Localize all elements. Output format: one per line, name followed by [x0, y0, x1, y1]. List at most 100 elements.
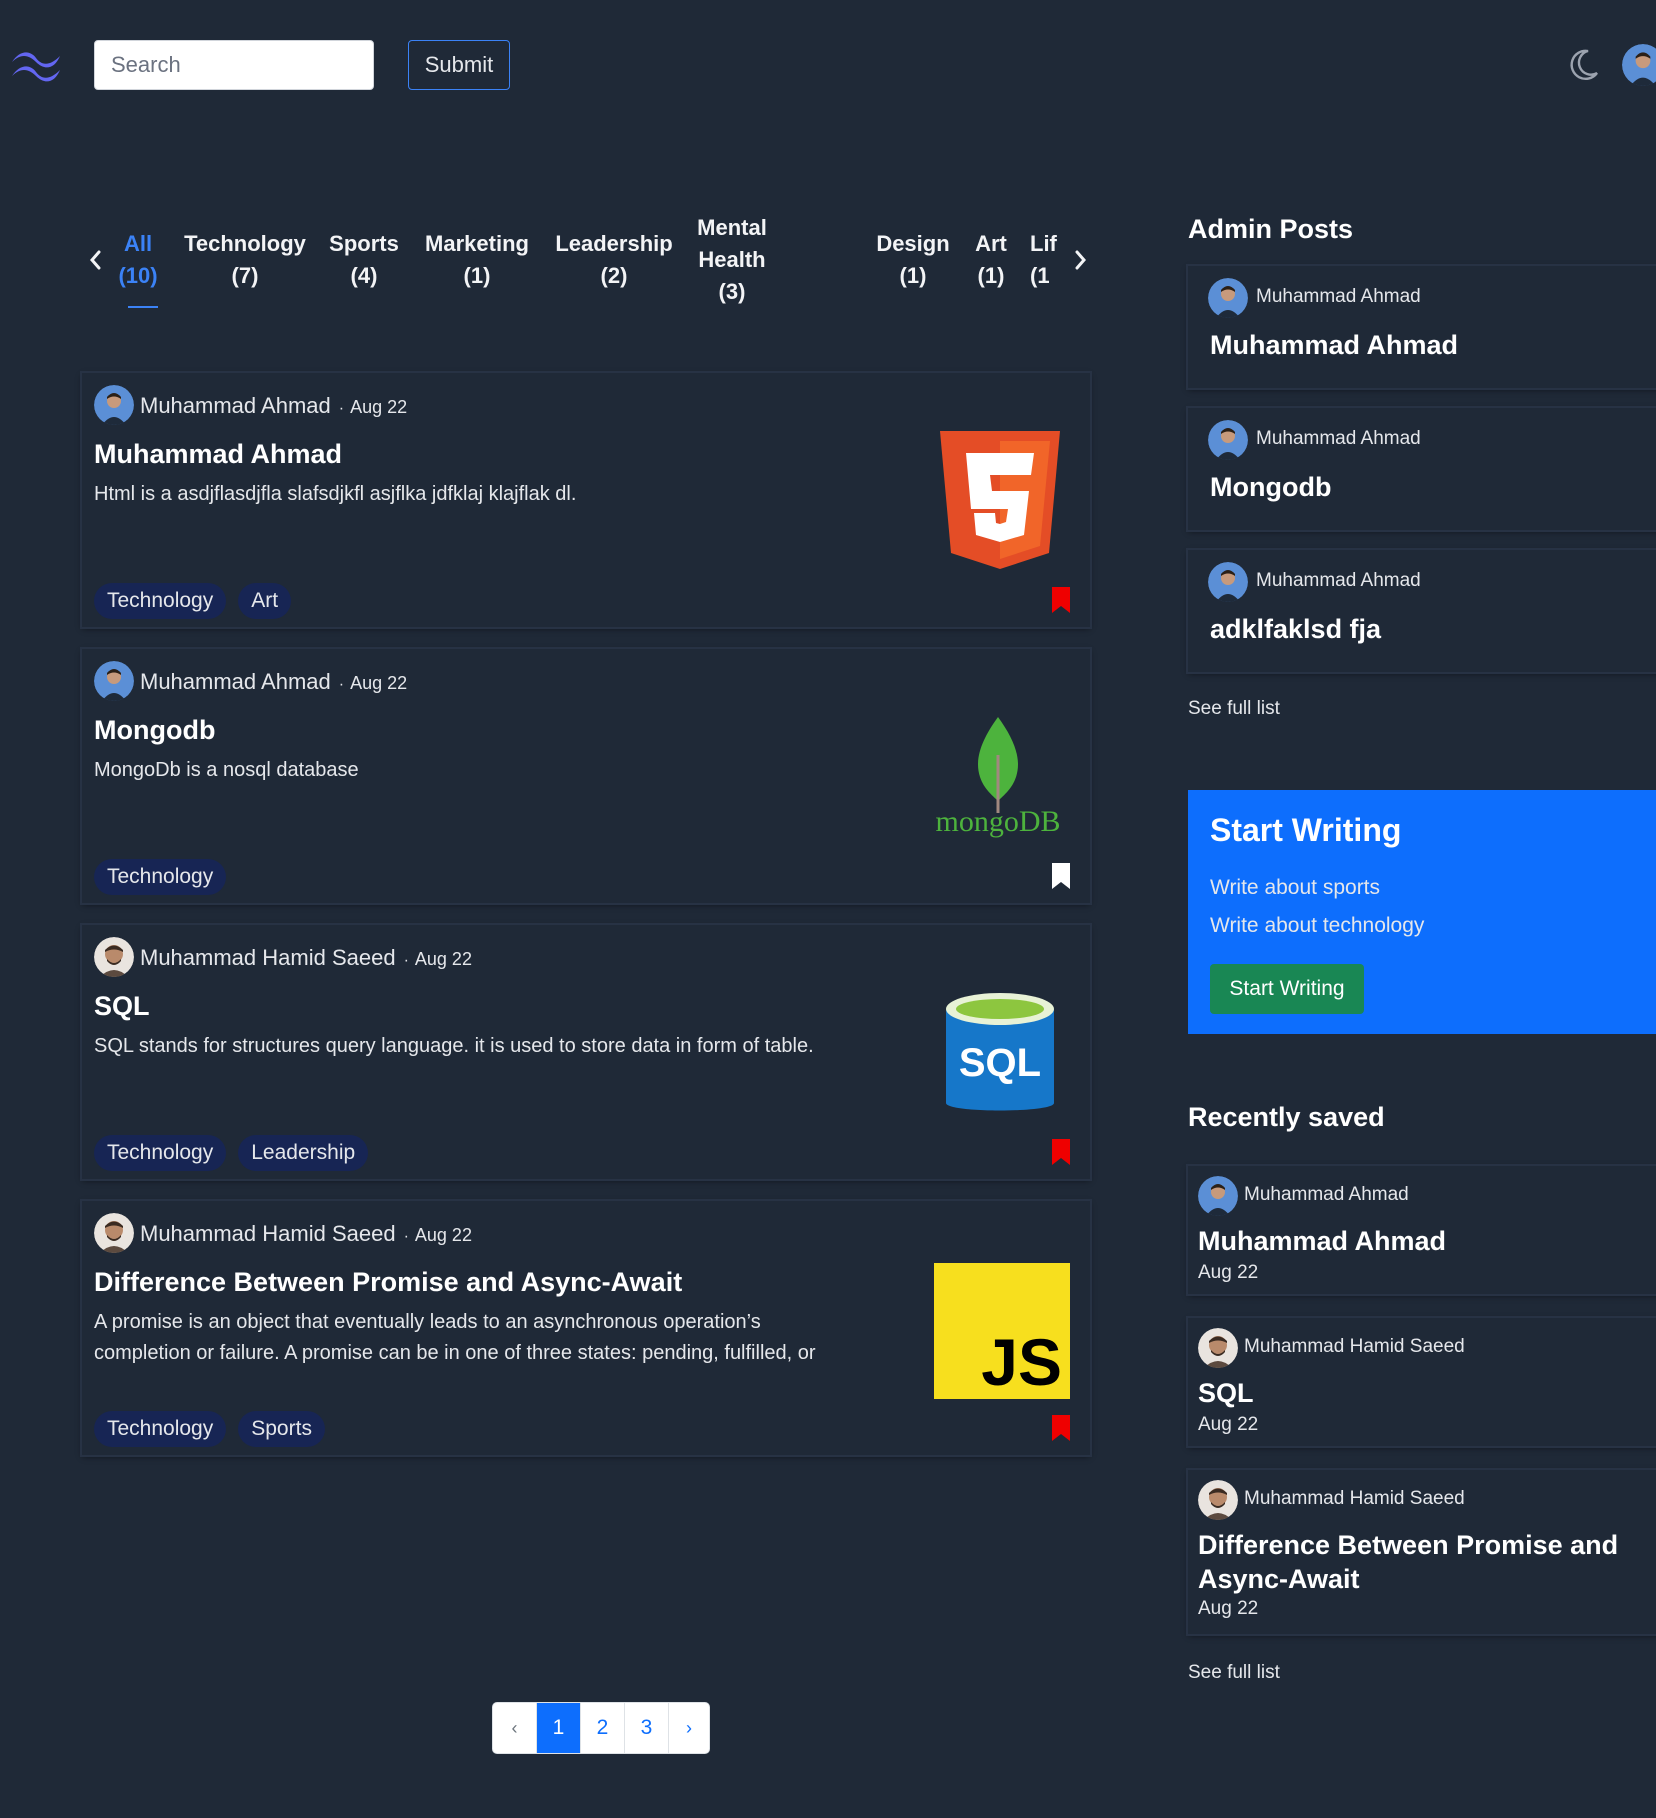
saved-post-card[interactable]: Muhammad Hamid Saeed Difference Between … [1188, 1470, 1656, 1634]
tab-technology[interactable]: Technology (7) [180, 228, 310, 292]
saved-post-card[interactable]: Muhammad Hamid Saeed SQL Aug 22 [1188, 1318, 1656, 1446]
post-meta: Muhammad Hamid Saeed · Aug 22 [140, 1221, 472, 1247]
pagination-prev[interactable]: ‹ [493, 1703, 537, 1753]
javascript-logo-icon[interactable]: JS [934, 1263, 1070, 1399]
admin-posts-heading: Admin Posts [1188, 214, 1354, 244]
saved-post-title[interactable]: SQL [1198, 1376, 1638, 1410]
post-card[interactable]: Muhammad Ahmad · Aug 22 Muhammad Ahmad Htm… [82, 373, 1090, 627]
post-excerpt: A promise is an object that eventually l… [94, 1311, 816, 1364]
admin-post-card[interactable]: Muhammad Ahmad Mongodb [1188, 408, 1656, 530]
tag-list: Technology Sports [94, 1411, 325, 1447]
saved-post-card[interactable]: Muhammad Ahmad Muhammad Ahmad Aug 22 [1188, 1166, 1656, 1294]
author-name[interactable]: Muhammad Ahmad [140, 393, 331, 418]
post-title[interactable]: Mongodb [94, 715, 215, 746]
user-avatar[interactable] [1622, 44, 1656, 86]
moon-icon[interactable] [1568, 48, 1600, 82]
post-date: Aug 22 [414, 1225, 472, 1245]
author-name: Muhammad Ahmad [1256, 286, 1421, 307]
tag-chip[interactable]: Sports [238, 1411, 325, 1447]
tab-mental-health[interactable]: Mental Health (3) [684, 212, 780, 308]
saved-post-title[interactable]: Difference Between Promise and Async-Awa… [1198, 1528, 1638, 1596]
post-meta: Muhammad Ahmad · Aug 22 [140, 669, 407, 695]
pagination-page-2[interactable]: 2 [581, 1703, 625, 1753]
tag-chip[interactable]: Technology [94, 1411, 227, 1447]
author-avatar [1198, 1480, 1238, 1520]
tag-chip[interactable]: Technology [94, 1135, 227, 1171]
post-excerpt: MongoDb is a nosql database [94, 759, 359, 781]
admin-post-title[interactable]: Mongodb [1210, 472, 1331, 503]
tag-chip[interactable]: Technology [94, 859, 227, 895]
admin-post-card[interactable]: Muhammad Ahmad Muhammad Ahmad [1188, 266, 1656, 388]
post-title[interactable]: Muhammad Ahmad [94, 439, 342, 470]
author-avatar [1208, 562, 1248, 602]
author-name[interactable]: Muhammad Ahmad [140, 669, 331, 694]
post-card[interactable]: Muhammad Ahmad · Aug 22 Mongodb MongoDb is… [82, 649, 1090, 903]
html5-logo-icon[interactable] [940, 431, 1060, 571]
post-meta: Muhammad Hamid Saeed · Aug 22 [140, 945, 472, 971]
write-about-technology-link[interactable]: Write about technology [1210, 914, 1424, 938]
author-name[interactable]: Muhammad Hamid Saeed [140, 1221, 396, 1246]
write-about-sports-link[interactable]: Write about sports [1210, 876, 1380, 900]
tag-list: Technology Leadership [94, 1135, 369, 1171]
search-input[interactable] [94, 40, 374, 90]
saved-post-date: Aug 22 [1198, 1262, 1259, 1283]
author-avatar [1208, 420, 1248, 460]
sql-label: SQL [958, 1041, 1042, 1085]
pagination-page-1[interactable]: 1 [537, 1703, 581, 1753]
pagination: ‹ 1 2 3 › [492, 1702, 710, 1754]
tab-leadership[interactable]: Leadership (2) [552, 228, 676, 292]
start-writing-heading: Start Writing [1210, 812, 1402, 848]
saved-post-title[interactable]: Muhammad Ahmad [1198, 1224, 1638, 1258]
submit-button[interactable]: Submit [408, 40, 510, 90]
tab-sports[interactable]: Sports (4) [322, 228, 406, 292]
tag-list: Technology Art [94, 583, 292, 619]
admin-see-full-list-link[interactable]: See full list [1188, 698, 1280, 720]
tab-marketing[interactable]: Marketing (1) [418, 228, 536, 292]
bookmark-icon[interactable] [1052, 1139, 1070, 1165]
pagination-next[interactable]: › [669, 1703, 709, 1753]
admin-post-title[interactable]: Muhammad Ahmad [1210, 330, 1458, 361]
author-avatar [1198, 1176, 1238, 1216]
tag-chip[interactable]: Technology [94, 583, 227, 619]
post-title[interactable]: SQL [94, 991, 150, 1022]
saved-post-date: Aug 22 [1198, 1598, 1259, 1619]
pagination-page-3[interactable]: 3 [625, 1703, 669, 1753]
tab-design[interactable]: Design (1) [870, 228, 956, 292]
start-writing-button[interactable]: Start Writing [1210, 964, 1364, 1014]
author-name: Muhammad Hamid Saeed [1244, 1488, 1465, 1509]
tailwind-logo-icon[interactable] [10, 44, 62, 84]
tab-lifestyle[interactable]: Lif (1 [1030, 228, 1058, 292]
post-date: Aug 22 [350, 397, 408, 417]
post-meta: Muhammad Ahmad · Aug 22 [140, 393, 407, 419]
tab-all[interactable]: All (10) [110, 228, 166, 292]
bookmark-icon[interactable] [1052, 587, 1070, 613]
sql-database-icon[interactable]: SQL [944, 991, 1056, 1121]
recently-saved-heading: Recently saved [1188, 1102, 1385, 1132]
post-title[interactable]: Difference Between Promise and Async-Awa… [94, 1267, 682, 1298]
post-card[interactable]: Muhammad Hamid Saeed · Aug 22 SQL SQL stan… [82, 925, 1090, 1179]
author-avatar [1198, 1328, 1238, 1368]
post-card[interactable]: Muhammad Hamid Saeed · Aug 22 Difference B… [82, 1201, 1090, 1455]
author-avatar [94, 661, 134, 701]
post-date: Aug 22 [414, 949, 472, 969]
author-name: Muhammad Ahmad [1244, 1184, 1409, 1205]
saved-post-date: Aug 22 [1198, 1414, 1259, 1435]
bookmark-icon[interactable] [1052, 863, 1070, 889]
js-label: JS [981, 1325, 1062, 1399]
tag-list: Technology [94, 859, 227, 895]
bookmark-icon[interactable] [1052, 1415, 1070, 1441]
author-avatar [94, 1213, 134, 1253]
author-name[interactable]: Muhammad Hamid Saeed [140, 945, 396, 970]
admin-post-title[interactable]: adklfaklsd fja [1210, 614, 1381, 645]
saved-see-full-list-link[interactable]: See full list [1188, 1662, 1280, 1684]
author-name: Muhammad Hamid Saeed [1244, 1336, 1465, 1357]
author-avatar [1208, 278, 1248, 318]
mongodb-logo-icon[interactable]: mongoDB [928, 715, 1068, 845]
admin-post-card[interactable]: Muhammad Ahmad adklfaklsd fja [1188, 550, 1656, 672]
tabs-prev-chevron-icon[interactable] [84, 245, 108, 275]
tabs-next-chevron-icon[interactable] [1068, 245, 1092, 275]
active-tab-indicator [128, 306, 158, 308]
tag-chip[interactable]: Art [238, 583, 292, 619]
tab-art[interactable]: Art (1) [968, 228, 1014, 292]
tag-chip[interactable]: Leadership [238, 1135, 369, 1171]
